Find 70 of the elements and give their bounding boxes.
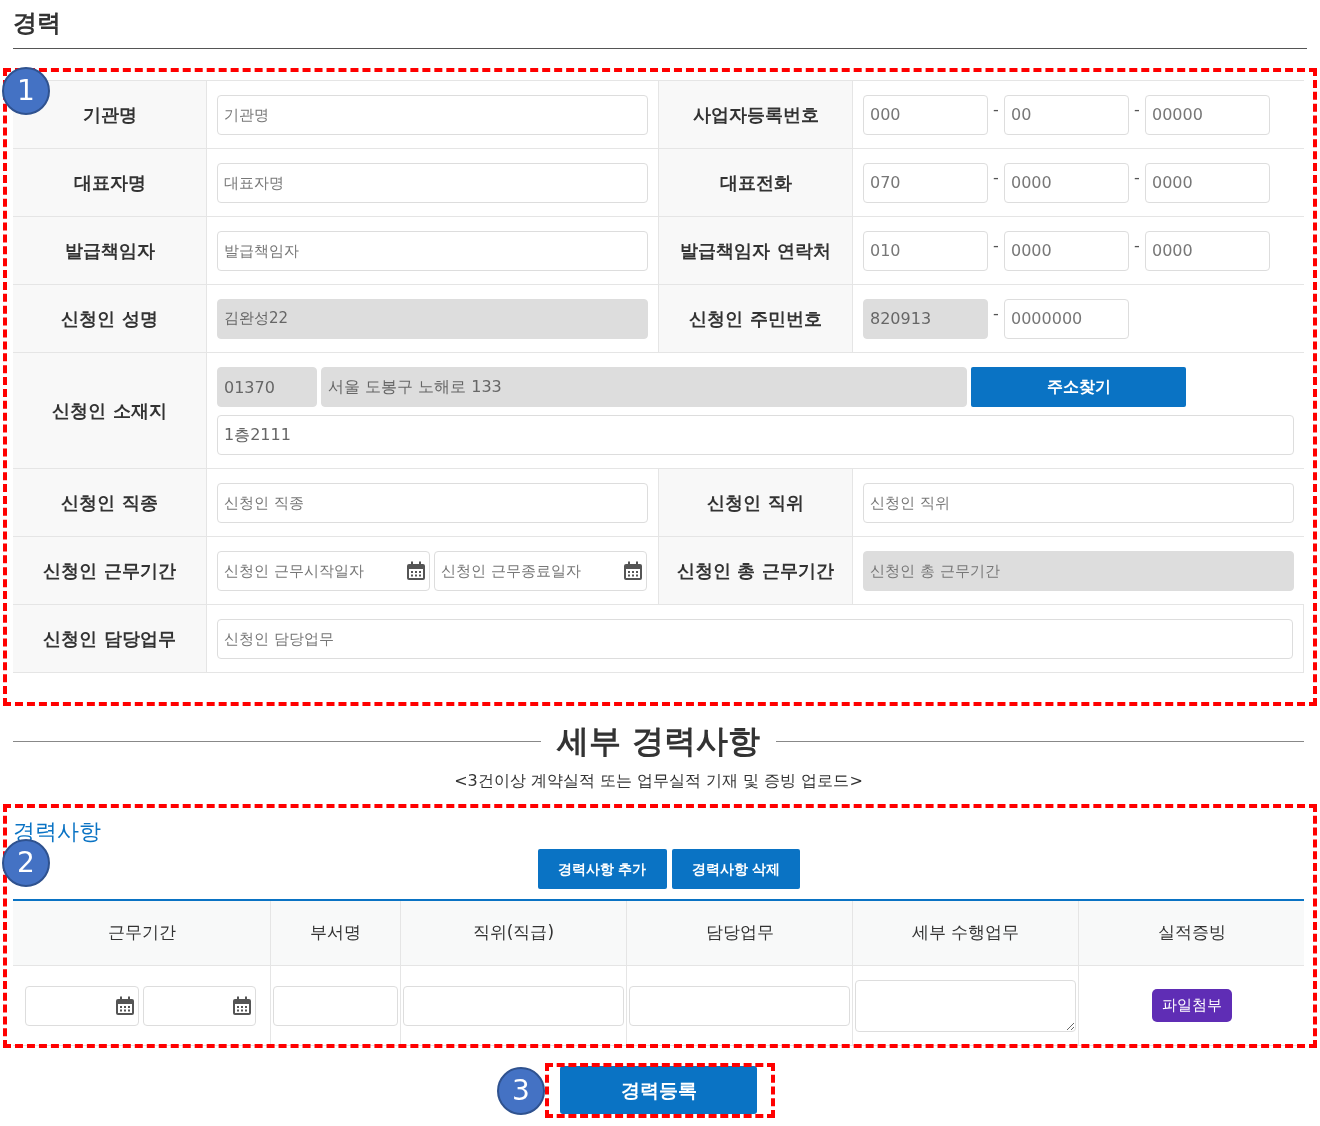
- toolbar-button[interactable]: 경력사항 삭제: [671, 849, 801, 889]
- calendar-icon[interactable]: [406, 560, 426, 581]
- field-label: 대표전화: [719, 171, 792, 195]
- input-field[interactable]: 0000: [1004, 230, 1129, 271]
- column-header: 실적증빙: [1157, 921, 1226, 945]
- step-marker: 3: [497, 1067, 545, 1115]
- separator: -: [1133, 98, 1141, 121]
- input-field[interactable]: 0000: [1004, 162, 1129, 203]
- input-field[interactable]: 00: [1004, 94, 1129, 135]
- file-attach-button[interactable]: 파일첨부: [1151, 989, 1232, 1022]
- input-field[interactable]: 대표자명: [217, 162, 648, 203]
- input-field: 820913: [863, 298, 988, 339]
- field-label: 신청인 근무기간: [43, 559, 176, 583]
- date-field[interactable]: [142, 985, 256, 1026]
- column-header: 직위(직급): [472, 921, 555, 945]
- address-search-button[interactable]: 주소찾기: [971, 367, 1186, 407]
- field-label: 신청인 직종: [61, 491, 158, 515]
- step-marker: 2: [2, 839, 50, 887]
- input-field: 서울 도봉구 노해로 133: [321, 367, 967, 407]
- input-field[interactable]: 00000: [1145, 94, 1270, 135]
- input-field[interactable]: 000: [863, 94, 988, 135]
- field-label: 신청인 직위: [707, 491, 804, 515]
- input-field[interactable]: 0000: [1145, 162, 1270, 203]
- separator: -: [992, 166, 1000, 189]
- input-field[interactable]: 0000000: [1004, 298, 1129, 339]
- separator: -: [1133, 234, 1141, 257]
- input-field[interactable]: 0000: [1145, 230, 1270, 271]
- toolbar-button[interactable]: 경력사항 추가: [537, 849, 667, 889]
- column-header: 근무기간: [107, 921, 176, 945]
- separator: -: [992, 234, 1000, 257]
- field-label: 신청인 담당업무: [43, 627, 176, 651]
- step-marker: 1: [2, 67, 50, 115]
- input-field[interactable]: 발급책임자: [217, 230, 648, 271]
- input-field[interactable]: 070: [863, 162, 988, 203]
- input-field[interactable]: [403, 985, 624, 1026]
- date-field[interactable]: 신청인 근무시작일자: [217, 550, 430, 591]
- input-field: 신청인 총 근무기간: [863, 550, 1294, 591]
- input-field[interactable]: 신청인 직위: [863, 482, 1294, 523]
- field-label: 신청인 소재지: [52, 399, 167, 423]
- separator: -: [992, 98, 1000, 121]
- input-field[interactable]: 신청인 직종: [217, 482, 648, 523]
- section-heading: 세부 경력사항: [556, 721, 761, 762]
- input-field[interactable]: 010: [863, 230, 988, 271]
- separator: -: [1133, 166, 1141, 189]
- date-field[interactable]: 신청인 근무종료일자: [434, 550, 647, 591]
- field-label: 발급책임자 연락처: [680, 239, 831, 263]
- date-field[interactable]: [25, 985, 139, 1026]
- column-header: 담당업무: [705, 921, 774, 945]
- field-label: 대표자명: [73, 171, 146, 195]
- field-label: 사업자등록번호: [692, 103, 819, 127]
- input-field[interactable]: 1층2111: [217, 415, 1294, 455]
- input-field: 01370: [217, 367, 317, 407]
- input-field[interactable]: [629, 985, 850, 1026]
- column-header: 세부 수행업무: [911, 921, 1020, 945]
- field-label: 발급책임자: [64, 239, 155, 263]
- calendar-icon[interactable]: [232, 995, 252, 1016]
- column-header: 부서명: [310, 921, 361, 945]
- separator: -: [992, 302, 1000, 325]
- input-field[interactable]: 기관명: [217, 94, 648, 135]
- calendar-icon[interactable]: [623, 560, 643, 581]
- section-subtitle: <3건이상 계약실적 또는 업무실적 기재 및 증빙 업로드>: [453, 770, 864, 792]
- field-label: 신청인 성명: [61, 307, 158, 331]
- field-label: 신청인 주민번호: [689, 307, 822, 331]
- input-field[interactable]: 신청인 담당업무: [217, 618, 1293, 659]
- input-field: 김완성22: [217, 298, 648, 339]
- section-title: 경력: [13, 0, 1307, 49]
- field-label: 기관명: [82, 103, 137, 127]
- submit-button[interactable]: 경력등록: [560, 1066, 757, 1114]
- field-label: 신청인 총 근무기간: [677, 559, 834, 583]
- input-field[interactable]: [273, 985, 398, 1026]
